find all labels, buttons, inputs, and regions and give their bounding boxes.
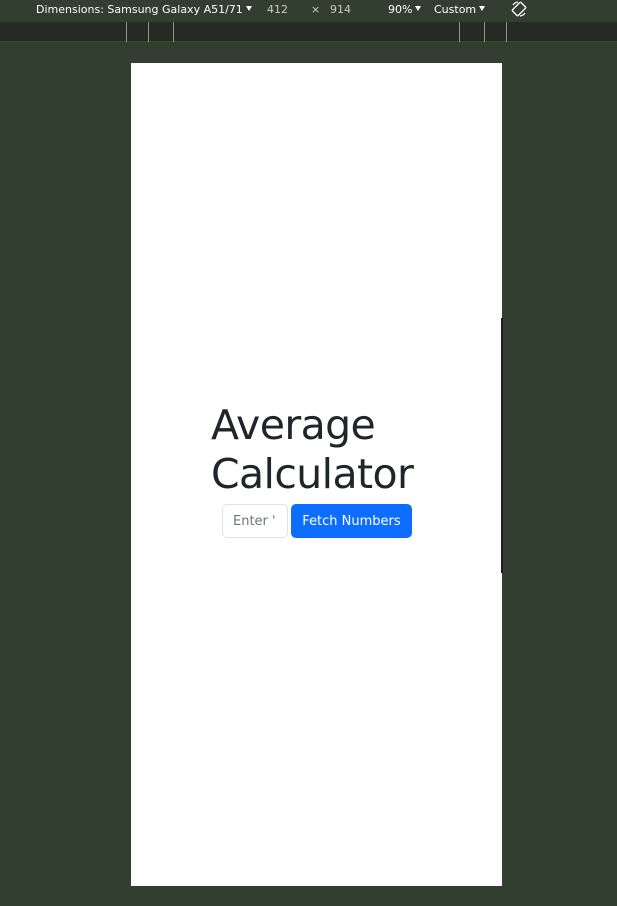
chevron-down-icon	[479, 6, 486, 11]
ruler-tick	[148, 22, 149, 42]
viewport-resize-edge[interactable]	[501, 318, 503, 573]
ruler-tick	[173, 22, 174, 42]
ruler-tick	[484, 22, 485, 42]
fetch-numbers-button[interactable]: Fetch Numbers	[291, 504, 412, 538]
throttle-dropdown[interactable]: Custom	[434, 3, 486, 16]
fetch-form: Fetch Numbers	[222, 504, 412, 538]
width-field[interactable]: 412	[267, 3, 288, 16]
zoom-value: 90%	[388, 3, 413, 16]
device-viewport: Average Calculator Fetch Numbers	[131, 63, 502, 886]
page-title: Average Calculator	[211, 401, 414, 498]
throttle-value: Custom	[434, 3, 477, 16]
chevron-down-icon	[245, 6, 252, 11]
number-input[interactable]	[222, 504, 288, 538]
times-separator: ×	[311, 3, 320, 16]
zoom-dropdown[interactable]: 90%	[388, 3, 422, 16]
device-toolbar: Dimensions: Samsung Galaxy A51/71 412 × …	[0, 0, 617, 22]
dimensions-label: Dimensions: Samsung Galaxy A51/71	[36, 3, 243, 16]
ruler-tick	[459, 22, 460, 42]
dimensions-dropdown[interactable]: Dimensions: Samsung Galaxy A51/71	[36, 3, 252, 16]
times-symbol: ×	[311, 3, 321, 16]
ruler-tick	[126, 22, 127, 42]
rotate-icon[interactable]	[510, 0, 528, 21]
chevron-down-icon	[415, 6, 422, 11]
ruler-tick	[506, 22, 507, 42]
height-value: 914	[330, 3, 351, 16]
media-query-ruler	[0, 22, 617, 42]
width-value: 412	[267, 3, 288, 16]
height-field[interactable]: 914	[330, 3, 351, 16]
